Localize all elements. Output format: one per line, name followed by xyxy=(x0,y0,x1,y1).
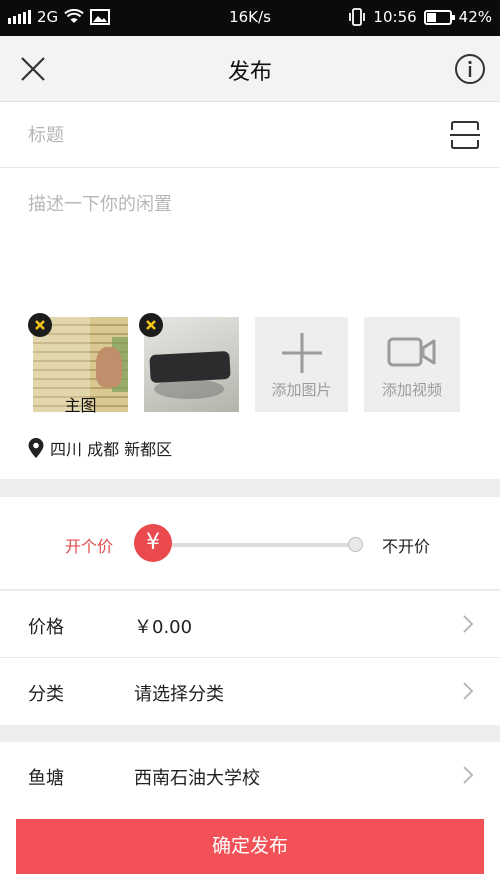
chevron-right-icon xyxy=(463,682,474,700)
category-value: 请选择分类 xyxy=(134,684,224,705)
image-detail xyxy=(96,347,122,387)
price-row[interactable]: 价格 ￥0.00 xyxy=(0,591,500,658)
battery-icon xyxy=(423,9,455,25)
price-label: 价格 xyxy=(28,617,64,638)
chevron-right-icon xyxy=(463,615,474,633)
location-row[interactable]: 四川 成都 新都区 xyxy=(28,437,172,459)
submit-button[interactable]: 确定发布 xyxy=(16,819,484,874)
close-icon xyxy=(35,320,45,330)
info-icon[interactable] xyxy=(454,53,486,85)
add-photo-button[interactable]: 添加图片 xyxy=(255,317,348,412)
delete-photo-button[interactable] xyxy=(139,313,163,337)
price-slider-end[interactable] xyxy=(348,537,363,552)
price-slider-knob[interactable]: ¥ xyxy=(134,524,172,562)
location-text: 四川 成都 新都区 xyxy=(50,440,173,459)
page-title: 发布 xyxy=(227,60,272,85)
status-bar: 2G 16K/s 10:56 42% xyxy=(0,0,500,36)
vibrate-icon xyxy=(349,8,366,26)
pond-value: 西南石油大学校 xyxy=(134,768,260,789)
price-mode-off-label[interactable]: 不开价 xyxy=(382,533,430,557)
main-image-label: 主图 xyxy=(64,396,97,415)
add-video-button[interactable]: 添加视频 xyxy=(364,317,460,412)
add-video-label: 添加视频 xyxy=(381,381,442,399)
video-camera-icon xyxy=(387,337,436,367)
clock: 10:56 xyxy=(373,8,417,26)
price-slider-track[interactable] xyxy=(158,543,356,547)
price-value: ￥0.00 xyxy=(134,617,193,638)
image-detail xyxy=(149,350,231,384)
chevron-right-icon xyxy=(463,766,474,784)
price-mode-switch: 开个价 ¥ 不开价 xyxy=(0,497,500,590)
pond-label: 鱼塘 xyxy=(28,768,64,789)
plus-icon xyxy=(281,333,322,373)
location-pin-icon xyxy=(28,438,44,458)
pond-row[interactable]: 鱼塘 西南石油大学校 xyxy=(0,742,500,809)
title-row xyxy=(0,102,500,168)
add-photo-label: 添加图片 xyxy=(271,381,332,399)
category-row[interactable]: 分类 请选择分类 xyxy=(0,658,500,725)
price-mode-on-label[interactable]: 开个价 xyxy=(65,533,113,557)
nav-bar: 发布 xyxy=(0,36,500,102)
status-right: 10:56 42% xyxy=(348,8,492,26)
delete-photo-button[interactable] xyxy=(28,313,52,337)
description-input[interactable] xyxy=(28,190,468,290)
title-input[interactable] xyxy=(28,122,408,148)
category-label: 分类 xyxy=(28,684,64,705)
battery-label: 42% xyxy=(458,8,492,26)
close-icon xyxy=(146,320,156,330)
publish-form: 主图 添加图片 添加视频 四川 成都 新都区 xyxy=(0,102,500,479)
scan-icon[interactable] xyxy=(450,120,480,150)
